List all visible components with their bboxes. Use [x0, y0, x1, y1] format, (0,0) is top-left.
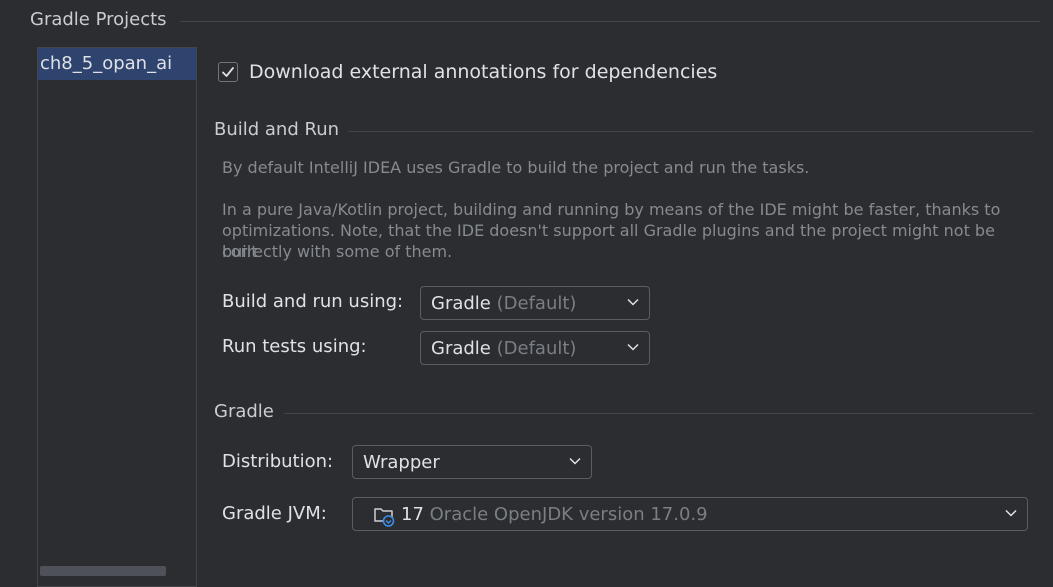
chevron-down-icon — [569, 457, 581, 465]
page-title: Gradle Projects — [30, 9, 167, 30]
gradle-jvm-value: 17 Oracle OpenJDK version 17.0.9 — [401, 504, 708, 525]
jdk-folder-icon — [374, 508, 395, 527]
project-list-scrollbar[interactable] — [40, 566, 166, 576]
build-run-note-line-1: In a pure Java/Kotlin project, building … — [222, 200, 1001, 219]
build-run-using-dropdown[interactable]: Gradle (Default) — [420, 286, 650, 320]
chevron-down-icon — [1005, 509, 1017, 517]
run-tests-using-dropdown[interactable]: Gradle (Default) — [420, 331, 650, 365]
build-run-description: By default IntelliJ IDEA uses Gradle to … — [222, 158, 810, 177]
distribution-dropdown[interactable]: Wrapper — [352, 445, 592, 479]
build-run-using-value: Gradle (Default) — [431, 293, 577, 314]
build-run-section-title: Build and Run — [214, 119, 340, 140]
chevron-down-icon — [627, 343, 639, 351]
project-item-selected[interactable]: ch8_5_opan_ai — [38, 48, 196, 80]
build-run-note-line-3: correctly with some of them. — [222, 242, 453, 261]
gradle-separator — [284, 413, 1033, 414]
download-annotations-checkbox[interactable] — [218, 62, 238, 82]
build-run-separator — [348, 131, 1033, 132]
project-list[interactable]: ch8_5_opan_ai — [37, 47, 197, 587]
check-icon — [222, 67, 234, 77]
run-tests-using-label: Run tests using: — [222, 336, 367, 357]
header-separator — [180, 21, 1040, 22]
gradle-jvm-dropdown[interactable]: 17 Oracle OpenJDK version 17.0.9 — [352, 497, 1028, 531]
run-tests-using-value: Gradle (Default) — [431, 338, 577, 359]
gradle-section-title: Gradle — [214, 401, 274, 422]
chevron-down-icon — [627, 298, 639, 306]
download-annotations-label[interactable]: Download external annotations for depend… — [249, 61, 717, 83]
distribution-value: Wrapper — [363, 452, 440, 473]
distribution-label: Distribution: — [222, 451, 334, 472]
gradle-jvm-label: Gradle JVM: — [222, 503, 327, 524]
build-run-using-label: Build and run using: — [222, 291, 404, 312]
